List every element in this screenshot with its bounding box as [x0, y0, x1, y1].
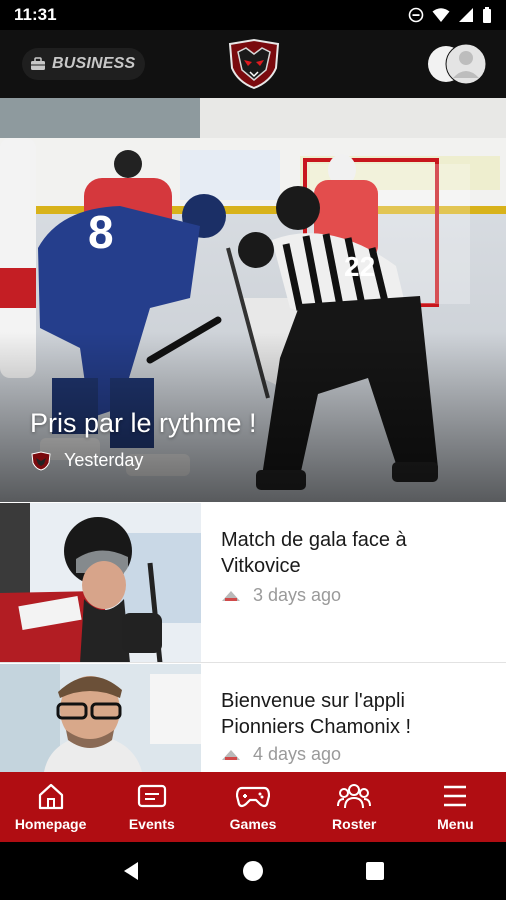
nav-label: Roster [332, 816, 377, 832]
recents-icon[interactable] [364, 860, 386, 882]
back-icon[interactable] [120, 860, 142, 882]
article-meta: 3 days ago [221, 585, 341, 606]
events-icon [137, 784, 166, 808]
briefcase-icon [31, 57, 45, 70]
app-header: BUSINESS [0, 30, 506, 98]
profile-switcher[interactable] [426, 42, 488, 86]
wifi-icon [432, 8, 450, 22]
status-bar: 11:31 [0, 0, 506, 30]
club-badge-icon [31, 450, 51, 471]
menu-icon [444, 785, 467, 807]
club-badge-icon [222, 749, 240, 760]
nav-label: Events [128, 816, 175, 832]
system-navigation-bar [0, 842, 506, 900]
signal-icon [459, 8, 473, 22]
article-card[interactable]: Match de gala face à Vitkovice 3 days ag… [0, 503, 506, 663]
home-circle-icon[interactable] [242, 860, 264, 882]
nav-label: Homepage [14, 816, 87, 832]
article-meta: 4 days ago [221, 744, 341, 765]
article-time-ago: 3 days ago [253, 585, 342, 605]
roster-icon [337, 784, 372, 809]
hero-title: Pris par le rythme ! [30, 408, 257, 438]
status-icons [408, 7, 492, 23]
hero-jersey-number: 8 [88, 206, 114, 258]
nav-menu[interactable]: Menu [405, 772, 506, 842]
do-not-disturb-icon [408, 7, 424, 23]
hero-meta: Yesterday [30, 450, 143, 471]
nav-games[interactable]: Games [202, 772, 303, 842]
nav-label: Games [229, 816, 277, 832]
nav-roster[interactable]: Roster [304, 772, 405, 842]
battery-icon [483, 7, 491, 23]
article-title: Bienvenue sur l'appli Pionniers Chamonix… [221, 690, 412, 738]
hero-time-ago: Yesterday [64, 450, 144, 470]
article-time-ago: 4 days ago [253, 744, 342, 764]
business-button[interactable]: BUSINESS [22, 48, 146, 80]
article-title: Match de gala face à Vitkovice [221, 529, 407, 577]
article-thumbnail [0, 503, 201, 662]
home-icon [38, 783, 63, 810]
business-label: BUSINESS [52, 55, 136, 72]
nav-label: Menu [437, 816, 474, 832]
featured-article[interactable]: 8 22 Pris par le rythme ! Yesterday [0, 98, 506, 502]
nav-events[interactable]: Events [101, 772, 202, 842]
bottom-navigation: Homepage Events Games Roster Menu [0, 772, 506, 842]
club-badge-icon [222, 590, 240, 601]
hero-ref-number: 22 [344, 251, 375, 282]
nav-homepage[interactable]: Homepage [0, 772, 101, 842]
article-card[interactable]: Bienvenue sur l'appli Pionniers Chamonix… [0, 664, 506, 772]
article-thumbnail [0, 664, 201, 772]
gamepad-icon [236, 786, 270, 808]
club-logo[interactable] [226, 38, 282, 90]
status-time: 11:31 [14, 5, 57, 24]
